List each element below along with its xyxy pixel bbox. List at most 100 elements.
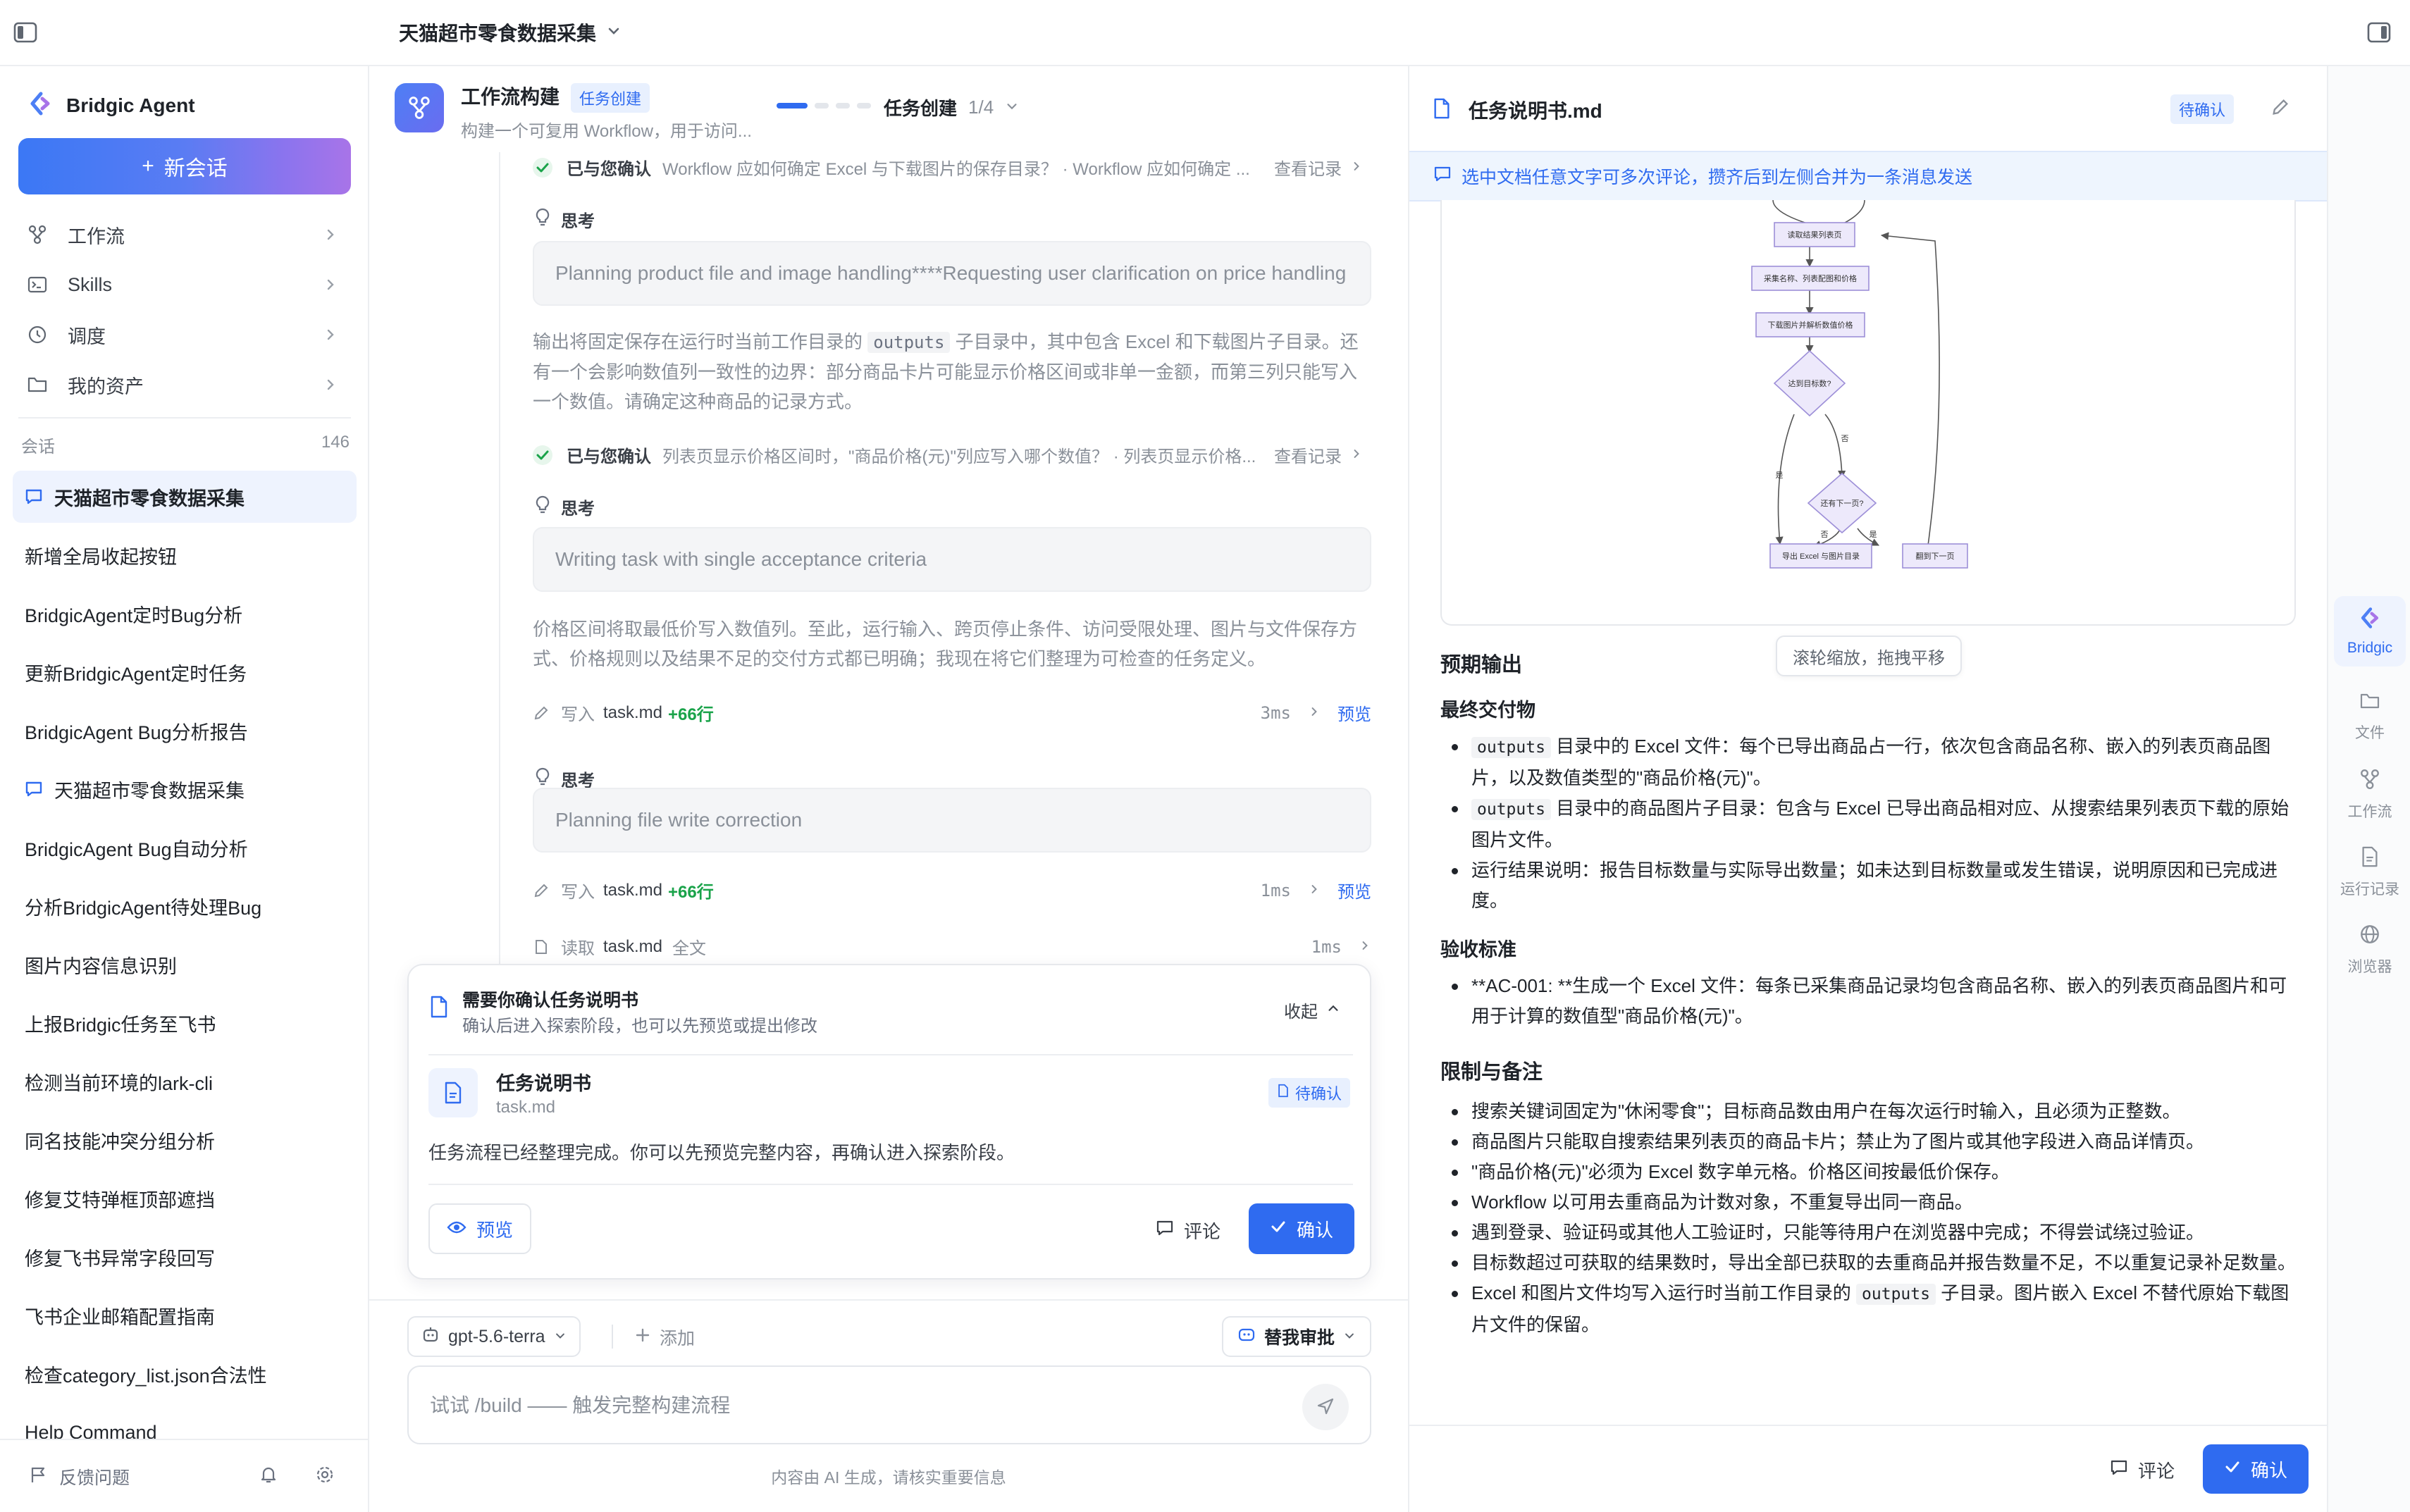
conversation-item[interactable]: 检查category_list.json合法性 bbox=[13, 1348, 357, 1400]
window-title[interactable]: 天猫超市零食数据采集 bbox=[399, 18, 622, 47]
list-item-text: 目录中的 Excel 文件：每个已导出商品占一行，依次包含商品名称、嵌入的列表页… bbox=[1471, 736, 2271, 788]
comment-button[interactable]: 评论 bbox=[1156, 1217, 1221, 1244]
conversation-title: 天猫超市零食数据采集 bbox=[54, 488, 245, 509]
flow-edge-label: 否 bbox=[1841, 435, 1849, 443]
document-header: 任务说明书.md 待确认 bbox=[1409, 66, 2328, 151]
send-button[interactable] bbox=[1302, 1384, 1349, 1430]
conversation-item[interactable]: 天猫超市零食数据采集 bbox=[13, 471, 357, 523]
message-text: 价格区间将取最低价写入数值列。至此，运行输入、跨页停止条件、访问受限处理、图片与… bbox=[533, 619, 1358, 669]
auto-approve-selector[interactable]: 替我审批 bbox=[1221, 1316, 1371, 1357]
conversation-item[interactable]: 天猫超市零食数据采集 bbox=[13, 763, 357, 815]
conversation-item[interactable]: BridgicAgent Bug分析报告 bbox=[13, 705, 357, 757]
document-small-icon bbox=[1277, 1084, 1290, 1102]
nav-item-label: 调度 bbox=[68, 326, 106, 347]
model-selector[interactable]: gpt-5.6-terra bbox=[407, 1316, 581, 1357]
rail-item-bridgic[interactable]: Bridgic bbox=[2334, 596, 2406, 667]
flow-decision-label: 达到目标数? bbox=[1788, 378, 1831, 388]
confirmation-row: 已与您确认 列表页显示价格区间时，"商品价格(元)"列应写入哪个数值？ · 列表… bbox=[531, 442, 1363, 467]
new-chat-button[interactable]: + 新会话 bbox=[18, 138, 351, 194]
rail-item-browser[interactable]: 浏览器 bbox=[2334, 923, 2406, 977]
conversation-item[interactable]: 飞书企业邮箱配置指南 bbox=[13, 1289, 357, 1341]
conversation-item[interactable]: 检测当前环境的lark-cli bbox=[13, 1055, 357, 1108]
collapse-label: 收起 bbox=[1284, 1003, 1318, 1022]
message-input[interactable] bbox=[430, 1388, 1275, 1423]
pencil-icon bbox=[533, 705, 550, 721]
tool-call-write[interactable]: 写入 task.md +66行 3ms 预览 bbox=[533, 700, 1371, 725]
acceptance-list: **AC-001: **生成一个 Excel 文件：每条已采集商品记录均包含商品… bbox=[1440, 971, 2300, 1031]
conversation-title: 新增全局收起按钮 bbox=[25, 546, 177, 568]
flowchart-frame[interactable]: 读取结果列表页 采集名称、列表配图和价格 下载图片并解析数值价格 达到目标数? … bbox=[1440, 200, 2296, 626]
toolbar-separator bbox=[612, 1325, 613, 1349]
conversation-item[interactable]: 更新BridgicAgent定时任务 bbox=[13, 646, 357, 698]
brand: Bridgic Agent bbox=[27, 90, 195, 120]
right-panel-toggle-icon[interactable] bbox=[2366, 20, 2392, 49]
comment-label: 评论 bbox=[2138, 1461, 2175, 1482]
chevron-down-icon bbox=[1343, 1327, 1356, 1347]
thinking-box[interactable]: Writing task with single acceptance crit… bbox=[533, 527, 1371, 592]
chevron-down-icon bbox=[606, 21, 622, 44]
list-item: 运行结果说明：报告目标数量与实际导出数量；如未达到目标数量或发生错误，说明原因和… bbox=[1440, 855, 2300, 916]
list-item-text: 目录中的商品图片子目录：包含与 Excel 已导出商品相对应、从搜索结果列表页下… bbox=[1471, 798, 2290, 850]
bell-icon[interactable] bbox=[258, 1464, 279, 1489]
feedback-button[interactable]: 反馈问题 bbox=[28, 1464, 130, 1489]
thinking-label: 思考 bbox=[534, 207, 595, 232]
confirm-task-card: 需要你确认任务说明书 确认后进入探索阶段，也可以先预览或提出修改 收起 任务说明… bbox=[407, 964, 1371, 1279]
message-composer bbox=[407, 1365, 1371, 1444]
rail-item-label: 文件 bbox=[2355, 725, 2385, 741]
confirm-button[interactable]: 确认 bbox=[2203, 1444, 2309, 1494]
nav-item-schedule[interactable]: 调度 bbox=[18, 313, 351, 357]
tool-call-write[interactable]: 写入 task.md +66行 1ms 预览 bbox=[533, 878, 1371, 903]
conversation-item[interactable]: 上报Bridgic任务至飞书 bbox=[13, 997, 357, 1049]
conversation-item[interactable]: 修复飞书异常字段回写 bbox=[13, 1231, 357, 1283]
thinking-box[interactable]: Planning file write correction bbox=[533, 788, 1371, 853]
conversation-item[interactable]: 新增全局收起按钮 bbox=[13, 529, 357, 581]
rail-item-label: 运行记录 bbox=[2340, 881, 2399, 898]
list-item: Workflow 以可用去重商品为计数对象，不重复导出同一商品。 bbox=[1440, 1187, 2300, 1217]
thinking-content: Planning file write correction bbox=[555, 809, 803, 831]
edit-pencil-icon[interactable] bbox=[2270, 97, 2290, 120]
nav-item-workflow[interactable]: 工作流 bbox=[18, 213, 351, 256]
gear-icon[interactable] bbox=[314, 1464, 335, 1489]
nav-item-label: 我的资产 bbox=[68, 376, 144, 397]
collapse-button[interactable]: 收起 bbox=[1284, 998, 1340, 1022]
rail-item-label: Bridgic bbox=[2347, 640, 2393, 656]
heading-acceptance: 验收标准 bbox=[1440, 939, 1516, 960]
stage-selector[interactable]: 任务创建 1/4 bbox=[884, 94, 1019, 120]
chevron-right-icon bbox=[1350, 158, 1363, 178]
tool-call-read[interactable]: 读取 task.md 全文 1ms bbox=[533, 934, 1371, 959]
tool-verb: 读取 bbox=[561, 939, 595, 958]
progress-step bbox=[815, 103, 829, 109]
rail-item-workflow[interactable]: 工作流 bbox=[2334, 768, 2406, 822]
rail-item-files[interactable]: 文件 bbox=[2334, 690, 2406, 743]
sidebar-toggle-icon[interactable] bbox=[13, 20, 38, 49]
tool-preview-link[interactable]: 预览 bbox=[1337, 700, 1371, 725]
rail-item-label: 浏览器 bbox=[2347, 959, 2392, 975]
nav-item-skills[interactable]: Skills bbox=[18, 263, 351, 306]
confirm-button[interactable]: 确认 bbox=[1249, 1203, 1355, 1254]
conversation-item[interactable]: 同名技能冲突分组分析 bbox=[13, 1114, 357, 1166]
document-icon bbox=[1432, 97, 1452, 123]
add-button[interactable]: 添加 bbox=[634, 1325, 695, 1350]
confirmation-label: 已与您确认 bbox=[567, 447, 651, 466]
rail-item-run-history[interactable]: 运行记录 bbox=[2334, 845, 2406, 899]
preview-button[interactable]: 预览 bbox=[428, 1203, 532, 1254]
conversation-item[interactable]: BridgicAgent Bug自动分析 bbox=[13, 822, 357, 874]
conversation-item[interactable]: 分析BridgicAgent待处理Bug bbox=[13, 880, 357, 932]
thinking-box[interactable]: Planning product file and image handling… bbox=[533, 241, 1371, 306]
nav-item-assets[interactable]: 我的资产 bbox=[18, 363, 351, 407]
tool-preview-link[interactable]: 预览 bbox=[1337, 878, 1371, 903]
comment-button[interactable]: 评论 bbox=[2110, 1457, 2175, 1483]
list-item-text: 商品图片只能取自搜索结果列表页的商品卡片；禁止为了图片或其他字段进入商品详情页。 bbox=[1471, 1131, 2205, 1152]
conversation-item[interactable]: BridgicAgent定时Bug分析 bbox=[13, 588, 357, 640]
thinking-text: 思考 bbox=[561, 212, 595, 231]
view-record-link[interactable]: 查看记录 bbox=[1274, 155, 1363, 180]
document-footer: 评论 确认 bbox=[1409, 1425, 2328, 1512]
flow-node-label: 导出 Excel 与图片目录 bbox=[1782, 551, 1860, 561]
tool-file: task.md bbox=[603, 936, 663, 956]
conversation-title: 分析BridgicAgent待处理Bug bbox=[25, 897, 262, 919]
view-record-link[interactable]: 查看记录 bbox=[1274, 442, 1363, 467]
plus-icon bbox=[634, 1327, 651, 1349]
heading-expected-output: 预期输出 bbox=[1440, 654, 1523, 676]
conversation-item[interactable]: 图片内容信息识别 bbox=[13, 938, 357, 991]
conversation-item[interactable]: 修复艾特弹框顶部遮挡 bbox=[13, 1172, 357, 1225]
